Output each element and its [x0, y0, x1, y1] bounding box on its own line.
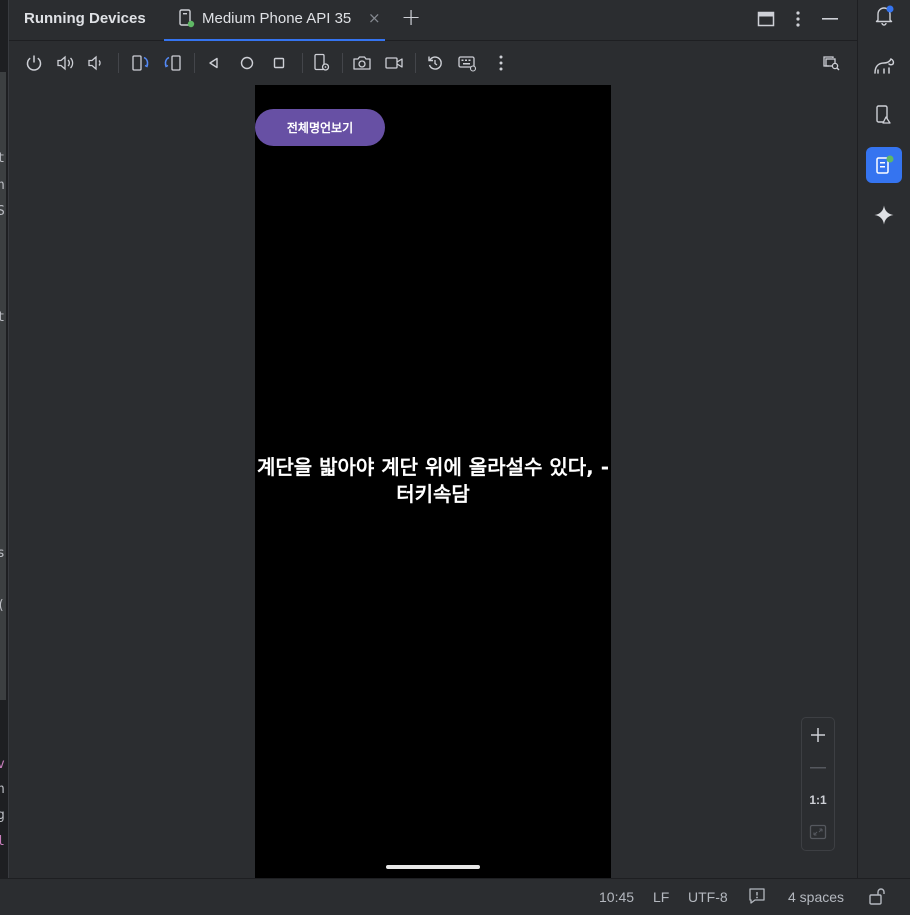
zoom-in-button[interactable] [802, 720, 834, 750]
device-toolbar [9, 41, 857, 85]
device-settings-icon[interactable] [310, 51, 334, 75]
notifications-icon[interactable] [866, 0, 902, 33]
tool-window-header: Running Devices Medium Phone API 35 × + [9, 0, 857, 41]
editor-char: n [0, 782, 5, 798]
more-vertical-icon[interactable] [489, 51, 513, 75]
rotate-left-icon[interactable] [129, 51, 153, 75]
gradle-elephant-icon[interactable] [866, 48, 902, 84]
editor-char: v [0, 757, 5, 773]
toolbar-separator [194, 53, 195, 73]
rotate-right-icon[interactable] [161, 51, 185, 75]
editor-char: l [0, 834, 5, 850]
plus-icon [811, 728, 825, 742]
toolbar-separator [342, 53, 343, 73]
volume-up-icon[interactable] [54, 51, 78, 75]
actual-size-button[interactable]: 1:1 [802, 785, 834, 815]
editor-char: s [0, 546, 5, 562]
window-search-icon[interactable] [819, 51, 843, 75]
device-manager-icon[interactable] [866, 97, 902, 133]
editor-char: ( [0, 598, 5, 614]
home-icon[interactable] [235, 51, 259, 75]
screen-record-icon[interactable] [382, 51, 406, 75]
line-separator[interactable]: LF [653, 889, 669, 905]
editor-char: S [0, 204, 5, 220]
tool-window-title: Running Devices [24, 10, 146, 27]
fit-screen-button[interactable] [802, 817, 834, 847]
device-screen[interactable]: 전체명언보기 계단을 밟아야 계단 위에 올라설수 있다, -터키속담 [255, 85, 611, 878]
power-icon[interactable] [22, 51, 46, 75]
quote-text: 계단을 밟아야 계단 위에 올라설수 있다, -터키속담 [256, 455, 610, 506]
indent-setting[interactable]: 4 spaces [788, 889, 844, 905]
overview-icon[interactable] [267, 51, 291, 75]
file-encoding[interactable]: UTF-8 [688, 889, 728, 905]
running-devices-icon[interactable] [866, 147, 902, 183]
unlock-icon[interactable] [867, 886, 887, 909]
gesture-navigation-bar[interactable] [386, 865, 480, 869]
tab-medium-phone[interactable]: Medium Phone API 35 × [164, 0, 385, 41]
editor-char: n [0, 178, 5, 194]
gemini-sparkle-icon[interactable] [866, 197, 902, 233]
caret-position[interactable]: 10:45 [599, 889, 634, 905]
layout-icon[interactable] [753, 6, 779, 32]
more-vertical-icon[interactable] [785, 6, 811, 32]
device-running-icon [179, 9, 195, 28]
minus-icon [810, 767, 826, 769]
zoom-out-button[interactable] [802, 753, 834, 783]
keyboard-icon[interactable] [455, 51, 479, 75]
fit-screen-icon [809, 824, 827, 840]
view-all-quotes-button[interactable]: 전체명언보기 [255, 109, 385, 146]
reset-icon[interactable] [423, 51, 447, 75]
right-tool-strip [857, 0, 910, 878]
back-icon[interactable] [202, 51, 226, 75]
toolbar-separator [415, 53, 416, 73]
running-devices-window: Running Devices Medium Phone API 35 × + [9, 0, 857, 878]
toolbar-separator [302, 53, 303, 73]
editor-edge: t n S t s ( v n g l [0, 0, 9, 878]
tab-label: Medium Phone API 35 [202, 10, 352, 27]
editor-char: t [0, 151, 5, 167]
editor-char: g [0, 808, 5, 824]
close-icon[interactable]: × [368, 9, 381, 27]
actual-size-label: 1:1 [809, 793, 827, 807]
status-bar: 10:45 LF UTF-8 4 spaces [0, 878, 910, 915]
add-tab-button[interactable]: + [401, 3, 421, 31]
screenshot-icon[interactable] [350, 51, 374, 75]
minimize-icon[interactable] [817, 6, 843, 32]
volume-down-icon[interactable] [84, 51, 108, 75]
zoom-controls: 1:1 [801, 717, 835, 851]
editor-char: t [0, 310, 5, 326]
toolbar-separator [118, 53, 119, 73]
comment-icon[interactable] [748, 887, 766, 908]
